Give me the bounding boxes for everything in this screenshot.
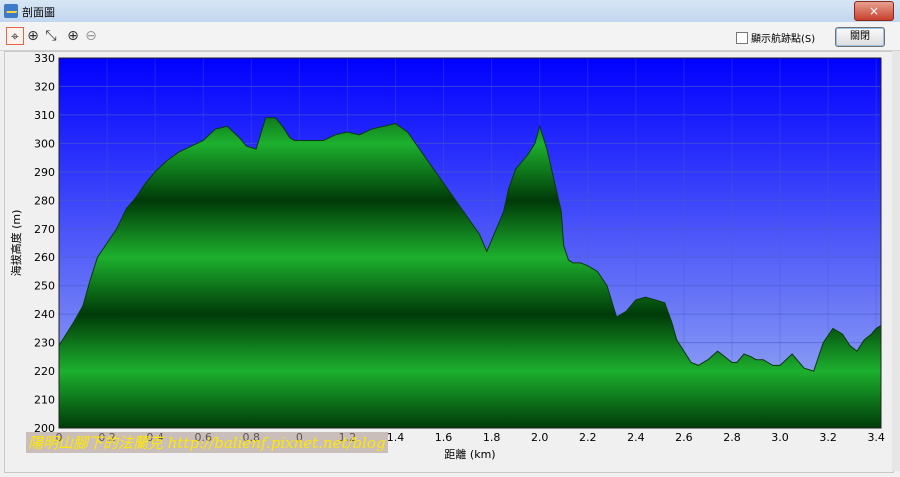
close-button[interactable]: 關閉	[835, 27, 885, 47]
y-tick-label: 310	[34, 109, 55, 122]
right-edge	[892, 51, 900, 471]
y-tick-label: 220	[34, 365, 55, 378]
x-tick-label: 3.0	[771, 431, 789, 444]
x-tick-label: 2.6	[675, 431, 693, 444]
title-bar: 剖面圖 ×	[0, 0, 900, 23]
y-tick-label: 300	[34, 137, 55, 150]
x-tick-label: 1.4	[387, 431, 405, 444]
x-tick-label: 2.0	[531, 431, 549, 444]
x-tick-label: 2.8	[723, 431, 741, 444]
crosshair-tool-icon[interactable]: ⊕	[24, 27, 42, 45]
show-track-points-toggle[interactable]: 顯示航跡點(S)	[736, 30, 815, 45]
zoom-out-icon[interactable]: ⊖	[82, 27, 100, 45]
window-title: 剖面圖	[22, 6, 55, 19]
y-tick-label: 240	[34, 308, 55, 321]
x-tick-label: 1.8	[483, 431, 501, 444]
watermark: 陽明山腳下的法蘭克 http://balienf.pixnet.net/blog	[26, 432, 388, 453]
elevation-profile-chart: 200 210 220 230 240 250 260 270 280 290 300 310 320 3…	[4, 51, 894, 473]
window-close-button[interactable]: ×	[854, 1, 894, 21]
zoom-in-icon[interactable]: ⊕	[64, 27, 82, 45]
y-tick-label: 330	[34, 52, 55, 65]
show-track-points-label: 顯示航跡點(S)	[751, 34, 816, 45]
y-tick-label: 260	[34, 251, 55, 264]
toolbar: ⌖ ⊕ ⤡ ⊕ ⊖ 顯示航跡點(S) 關閉	[0, 22, 900, 51]
y-axis-label: 海拔高度 (m)	[9, 210, 23, 277]
y-tick-label: 250	[34, 280, 55, 293]
app-icon	[4, 4, 18, 18]
y-tick-label: 210	[34, 394, 55, 407]
show-track-points-checkbox[interactable]	[736, 31, 748, 44]
y-tick-label: 270	[34, 223, 55, 236]
y-tick-label: 280	[34, 194, 55, 207]
x-tick-label: 3.4	[867, 431, 885, 444]
select-tool-icon[interactable]: ⌖	[6, 27, 24, 45]
lasso-tool-icon[interactable]: ⤡	[42, 27, 60, 45]
x-tick-label: 1.6	[435, 431, 453, 444]
x-tick-label: 2.4	[627, 431, 645, 444]
elevation-chart-svg: 2002102202302402502602702802903003103203…	[9, 52, 885, 461]
y-tick-label: 290	[34, 166, 55, 179]
y-tick-label: 230	[34, 337, 55, 350]
x-tick-label: 3.2	[819, 431, 837, 444]
x-tick-label: 2.2	[579, 431, 597, 444]
y-tick-label: 320	[34, 80, 55, 93]
x-axis-label: 距離 (km)	[444, 447, 495, 461]
